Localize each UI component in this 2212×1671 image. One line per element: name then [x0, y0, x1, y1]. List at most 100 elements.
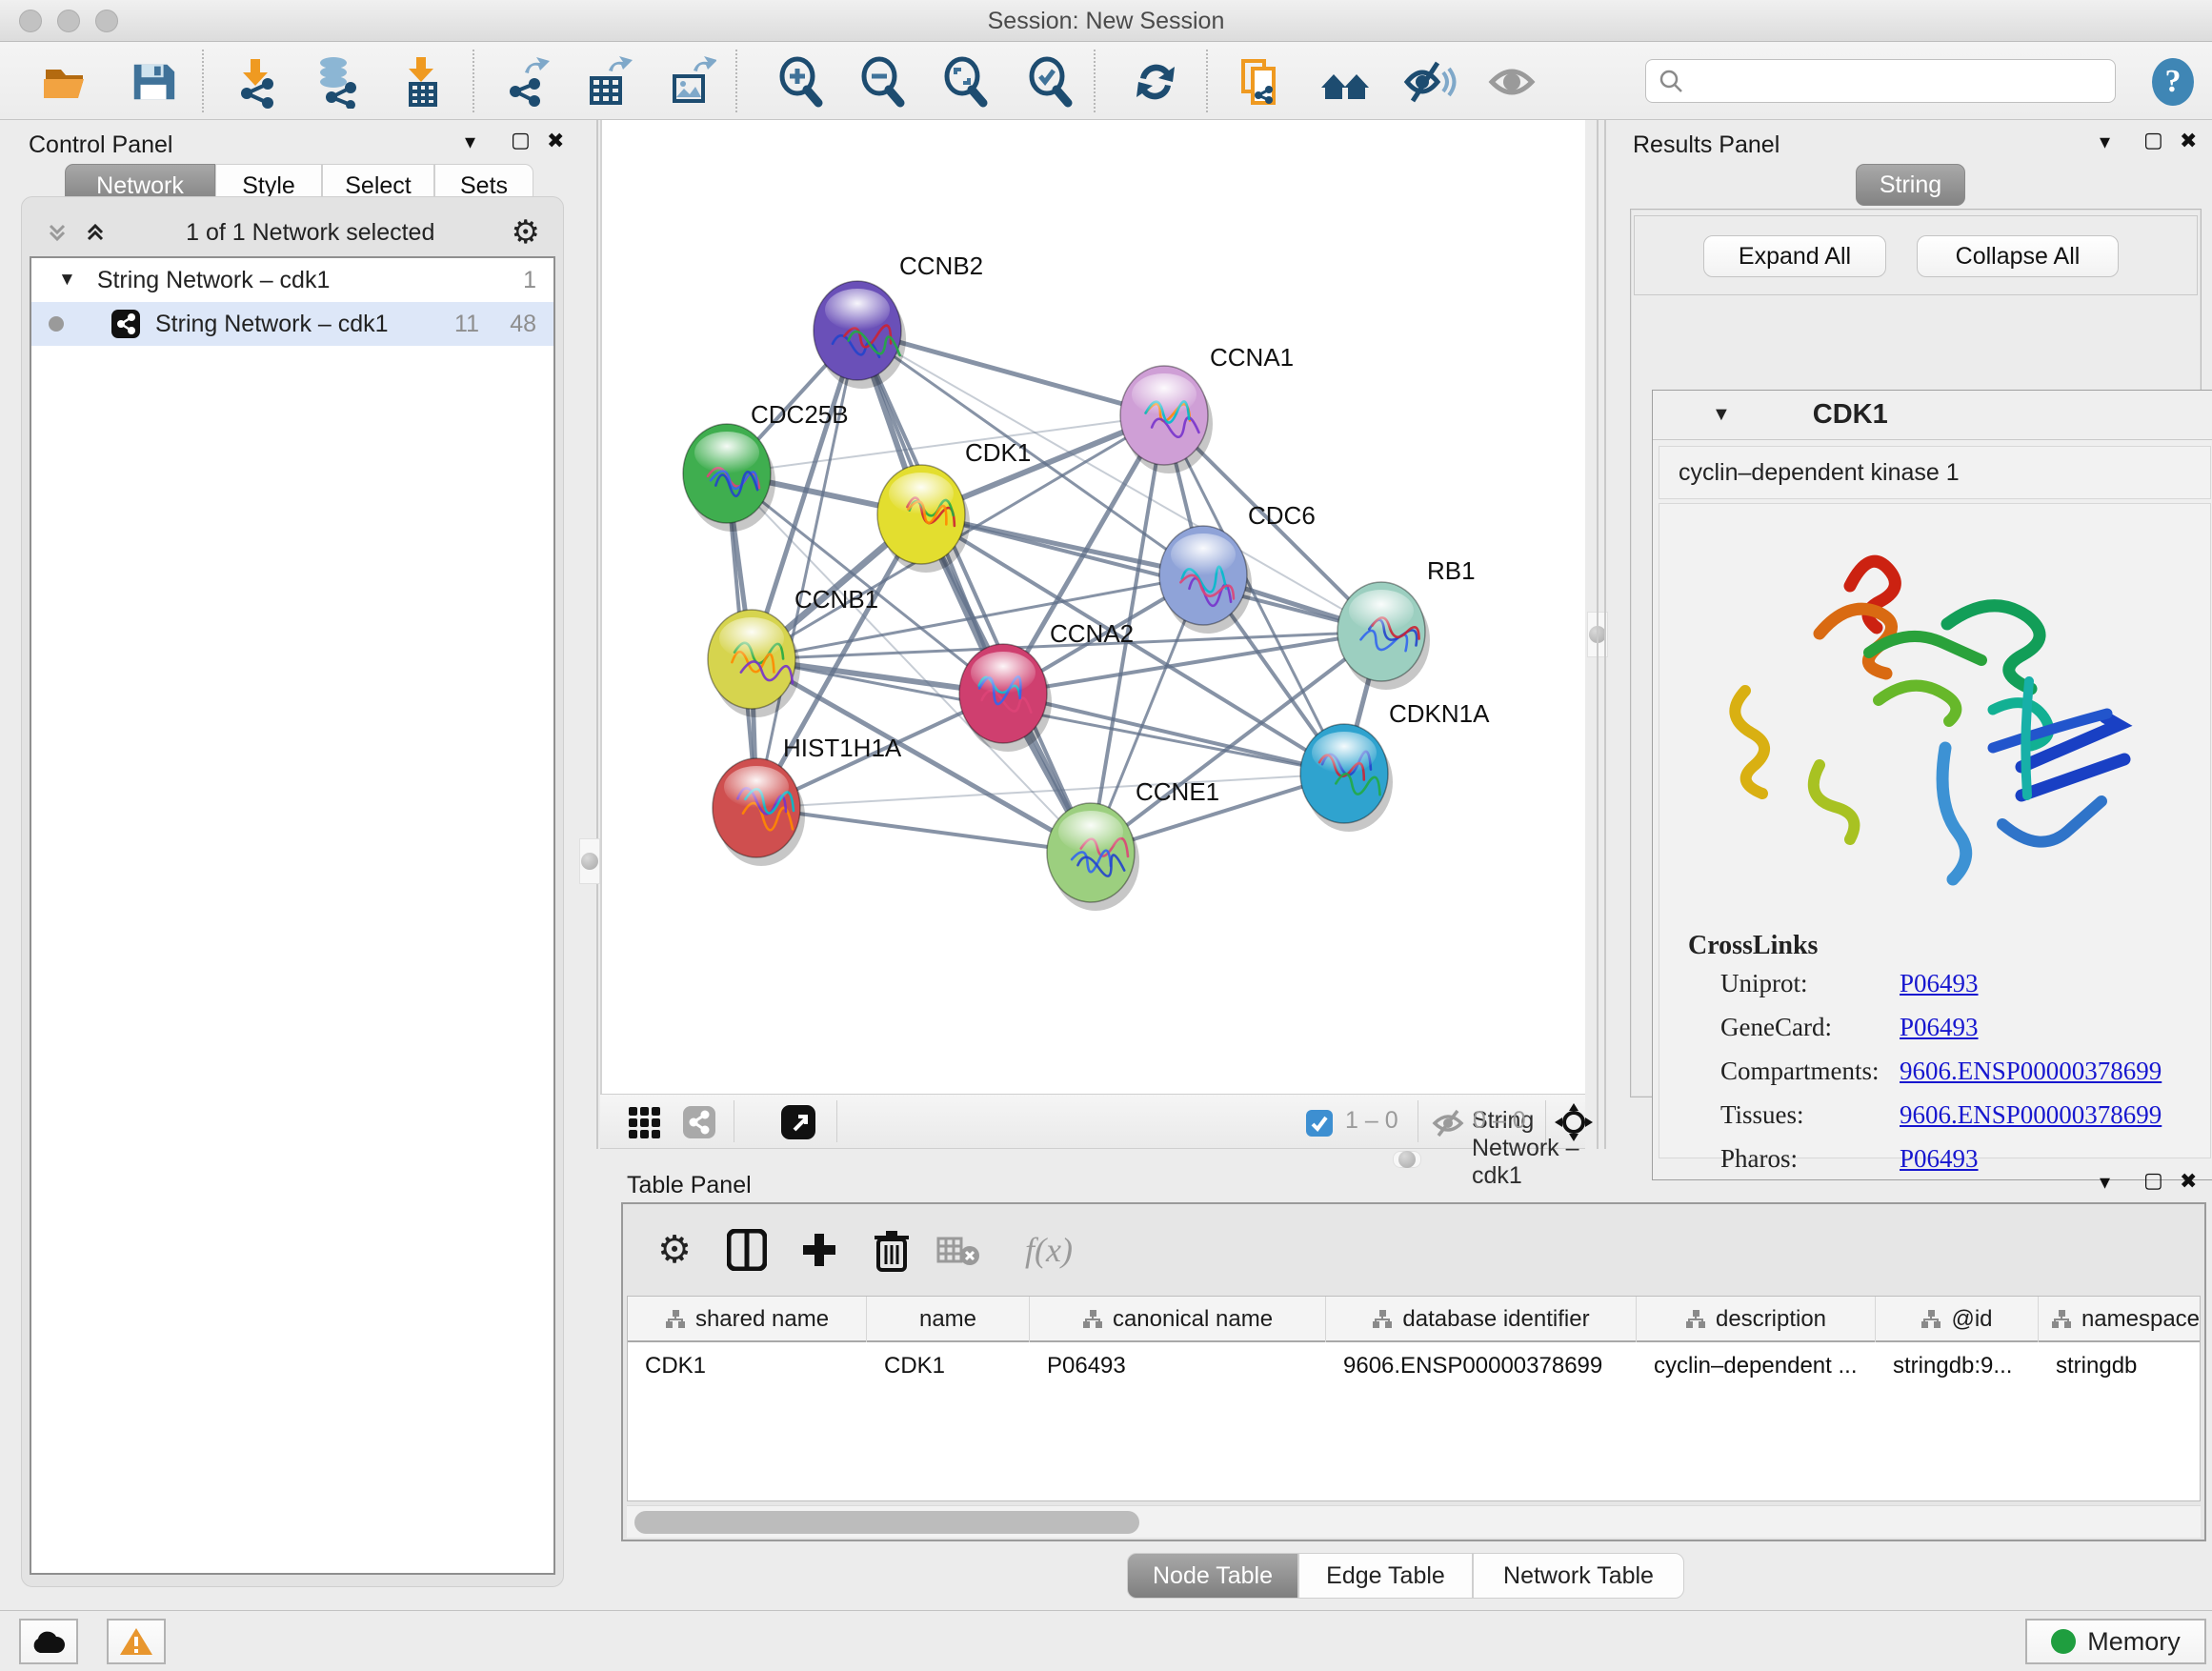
import-network-database-button[interactable] — [310, 54, 365, 110]
node-table[interactable]: shared namename canonical name database … — [627, 1296, 2201, 1501]
crosslink-link[interactable]: 9606.ENSP00000378699 — [1900, 1057, 2162, 1086]
search-input[interactable] — [1645, 59, 2116, 103]
control-panel-float-icon[interactable]: ▢ — [511, 128, 531, 152]
cloud-button[interactable] — [19, 1619, 78, 1664]
eye-slash-icon — [1401, 55, 1457, 109]
eye-gray-icon — [1484, 55, 1539, 109]
network-list-box: 1 of 1 Network selected ⚙ ▼ String Netwo… — [21, 196, 564, 1587]
network-node-hist1h1a[interactable]: HIST1H1A — [713, 734, 902, 866]
show-columns-button[interactable] — [722, 1225, 772, 1275]
zoom-selected-button[interactable] — [1023, 54, 1078, 110]
open-session-button[interactable] — [38, 54, 93, 110]
network-node-ccnb1[interactable]: CCNB1 — [708, 585, 878, 717]
network-overview-button[interactable] — [682, 1105, 716, 1144]
network-graph[interactable]: CCNB2CCNA1CDC25BCDK1CDC6RB1CCNB1CCNA2CDK… — [602, 120, 1585, 1092]
delete-table-button-disabled[interactable] — [934, 1225, 983, 1275]
memory-button[interactable]: Memory — [2025, 1619, 2206, 1664]
expand-all-icon[interactable] — [81, 218, 110, 247]
create-column-button[interactable] — [794, 1225, 844, 1275]
save-session-button[interactable] — [126, 54, 181, 110]
export-image-button[interactable] — [662, 54, 717, 110]
export-table-icon — [580, 55, 633, 109]
gene-description: cyclin–dependent kinase 1 — [1659, 446, 2211, 499]
network-collection-row[interactable]: ▼ String Network – cdk1 1 — [31, 258, 553, 302]
splitter-grip-left[interactable] — [579, 838, 600, 884]
clone-network-button[interactable] — [1233, 54, 1288, 110]
table-panel-close-icon[interactable]: ✖ — [2180, 1169, 2197, 1194]
column-header-name[interactable]: name — [867, 1297, 1030, 1342]
panel-divider[interactable] — [596, 120, 598, 1149]
column-header-@id[interactable]: @id — [1876, 1297, 2039, 1342]
table-panel-float-icon[interactable]: ▢ — [2143, 1168, 2163, 1193]
zoom-in-button[interactable] — [774, 54, 829, 110]
network-node-cdc6[interactable]: CDC6 — [1159, 501, 1316, 634]
hide-unhide-button[interactable] — [1401, 54, 1457, 110]
table-cell[interactable]: CDK1 — [867, 1346, 1030, 1386]
hidden-toggle[interactable] — [1431, 1107, 1465, 1144]
crosslink-link[interactable]: P06493 — [1900, 1013, 1979, 1042]
zoom-out-button[interactable] — [855, 54, 911, 110]
hscroll-thumb[interactable] — [634, 1511, 1139, 1534]
table-cell[interactable]: 9606.ENSP00000378699 — [1326, 1346, 1637, 1386]
gene-expander-icon[interactable]: ▼ — [1712, 404, 1731, 426]
tab-node-table[interactable]: Node Table — [1127, 1553, 1298, 1599]
network-row-selected[interactable]: String Network – cdk1 11 48 — [31, 302, 553, 346]
window-title: Session: New Session — [0, 8, 2212, 35]
help-button[interactable]: ? — [2145, 54, 2201, 110]
crosslink-link[interactable]: P06493 — [1900, 969, 1979, 998]
delete-columns-button[interactable] — [867, 1225, 916, 1275]
results-panel-close-icon[interactable]: ✖ — [2180, 129, 2197, 153]
panel-divider[interactable] — [1597, 120, 1599, 1149]
tab-string[interactable]: String — [1856, 164, 1965, 206]
collapse-all-button[interactable]: Collapse All — [1917, 235, 2119, 277]
control-panel-close-icon[interactable]: ✖ — [547, 129, 564, 153]
table-cell[interactable]: stringdb:9... — [1876, 1346, 2039, 1386]
expand-all-button[interactable]: Expand All — [1703, 235, 1886, 277]
crosslink-link[interactable]: 9606.ENSP00000378699 — [1900, 1100, 2162, 1130]
warnings-button[interactable] — [107, 1619, 166, 1664]
table-cell[interactable]: CDK1 — [628, 1346, 867, 1386]
network-node-ccne1[interactable]: CCNE1 — [1047, 777, 1219, 911]
export-network-button[interactable] — [497, 54, 553, 110]
zoom-fit-button[interactable] — [938, 54, 994, 110]
fit-selected-button[interactable] — [1553, 1101, 1595, 1148]
table-cell[interactable]: cyclin–dependent ... — [1637, 1346, 1876, 1386]
column-header-canonical-name[interactable]: canonical name — [1030, 1297, 1326, 1342]
network-node-cdc25b[interactable]: CDC25B — [683, 400, 849, 532]
column-header-database-identifier[interactable]: database identifier — [1326, 1297, 1637, 1342]
network-canvas[interactable]: CCNB2CCNA1CDC25BCDK1CDC6RB1CCNB1CCNA2CDK… — [600, 120, 1585, 1094]
network-options-gear-icon[interactable]: ⚙ — [512, 213, 540, 252]
show-hidden-button[interactable] — [1484, 54, 1539, 110]
tree-expander-icon[interactable]: ▼ — [58, 270, 76, 291]
network-node-cdkn1a[interactable]: CDKN1A — [1300, 699, 1490, 832]
tab-network-table[interactable]: Network Table — [1473, 1553, 1684, 1599]
tab-edge-table[interactable]: Edge Table — [1298, 1553, 1473, 1599]
table-cell[interactable]: P06493 — [1030, 1346, 1326, 1386]
results-panel-menu-icon[interactable]: ▾ — [2100, 130, 2110, 154]
network-node-rb1[interactable]: RB1 — [1337, 556, 1476, 690]
function-builder-button-disabled[interactable]: f(x) — [1006, 1225, 1092, 1275]
selected-checkbox[interactable] — [1305, 1109, 1334, 1142]
control-panel-menu-icon[interactable]: ▾ — [465, 130, 475, 154]
table-hscrollbar[interactable] — [627, 1505, 2201, 1538]
import-table-button[interactable] — [394, 54, 450, 110]
splitter-grip-horizontal[interactable] — [1393, 1151, 1421, 1168]
column-header-namespace[interactable]: namespace — [2039, 1297, 2201, 1342]
table-options-gear-icon[interactable]: ⚙ — [650, 1225, 699, 1275]
collapse-all-icon[interactable] — [43, 218, 71, 247]
detach-view-button[interactable] — [779, 1103, 817, 1146]
birdseye-grid-button[interactable] — [627, 1105, 661, 1144]
refresh-view-button[interactable] — [1128, 54, 1183, 110]
export-table-button[interactable] — [579, 54, 634, 110]
results-panel-float-icon[interactable]: ▢ — [2143, 128, 2163, 152]
home-string-button[interactable] — [1317, 54, 1373, 110]
network-node-ccnb2[interactable]: CCNB2 — [814, 252, 983, 389]
column-header-description[interactable]: description — [1637, 1297, 1876, 1342]
gene-header[interactable]: ▼ CDK1 — [1653, 391, 2212, 440]
network-node-ccna1[interactable]: CCNA1 — [1120, 343, 1294, 473]
panel-divider[interactable] — [1604, 120, 1606, 1149]
table-panel-menu-icon[interactable]: ▾ — [2100, 1170, 2110, 1195]
column-header-shared-name[interactable]: shared name — [628, 1297, 867, 1342]
import-network-file-button[interactable] — [229, 54, 284, 110]
table-cell[interactable]: stringdb — [2039, 1346, 2201, 1386]
